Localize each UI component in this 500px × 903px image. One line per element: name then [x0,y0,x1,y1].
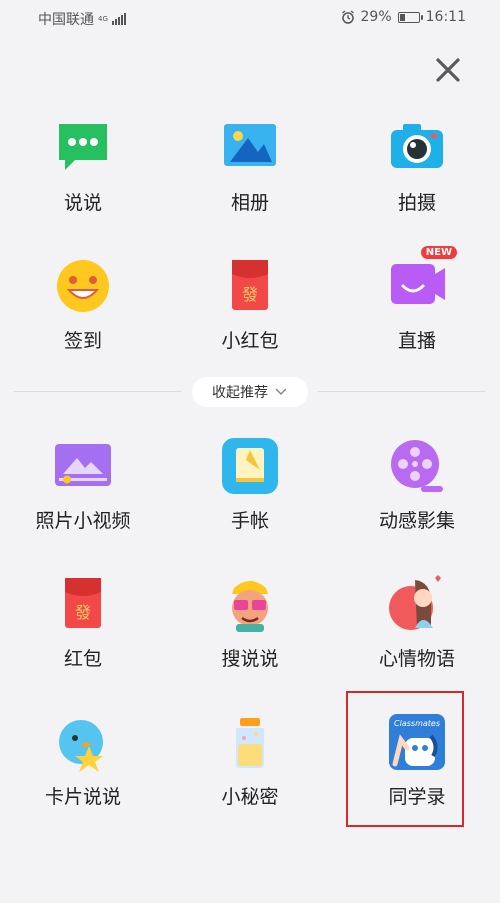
item-label: 小红包 [221,330,279,352]
collapse-recommend-button[interactable]: 收起推荐 [192,377,308,407]
item-label: 说说 [63,192,102,214]
item-little-secret[interactable]: 小秘密 [167,712,333,832]
camera-icon [387,118,447,178]
speech-bubble-icon [53,118,113,178]
live-broadcast-icon: NEW [387,246,457,316]
photo-video-icon [53,436,113,496]
notebook-icon [220,436,280,496]
film-reel-icon [387,436,447,496]
item-shuoshuo[interactable]: 说说 [0,118,166,238]
battery-percent: 29% [360,9,392,25]
item-label: 卡片说说 [44,786,121,808]
selected-highlight-box [346,691,464,827]
item-label: 搜说说 [221,648,279,670]
item-red-envelope[interactable]: 發 红包 [0,574,166,694]
item-label: 签到 [63,330,102,352]
collapse-label: 收起推荐 [212,385,268,401]
item-card-shuoshuo[interactable]: 卡片说说 [0,712,166,832]
item-notebook[interactable]: 手帐 [167,436,333,556]
red-envelope-icon: 發 [53,574,113,634]
close-button[interactable] [432,54,464,86]
signal-icon [111,13,126,25]
item-mood-words[interactable]: 心情物语 [334,574,500,694]
item-checkin[interactable]: 签到 [0,256,166,376]
item-label: 动感影集 [378,510,455,532]
item-label: 照片小视频 [35,510,131,532]
status-right: 29% 16:11 [341,9,466,25]
secret-jar-icon [220,712,280,772]
card-bird-icon [53,712,113,772]
clock: 16:11 [425,9,466,25]
item-label: 手帐 [230,510,269,532]
item-label: 拍摄 [397,192,436,214]
svg-text:發: 發 [242,285,258,304]
item-label: 心情物语 [378,648,455,670]
alarm-icon [341,10,354,24]
chevron-down-icon [275,388,287,396]
item-live[interactable]: NEW 直播 [334,246,500,376]
mood-girl-icon [387,574,447,634]
item-label: 小秘密 [221,786,279,808]
divider-right [318,391,486,392]
item-dynamic-album[interactable]: 动感影集 [334,436,500,556]
status-bar: 中国联通 4G 29% 16:11 [0,0,500,34]
item-small-red-packet[interactable]: 發 小红包 [167,256,333,376]
item-album[interactable]: 相册 [167,118,333,238]
status-left: 中国联通 4G [38,9,126,29]
new-badge: NEW [420,246,457,259]
network-type: 4G [98,15,108,23]
divider-left [14,391,182,392]
red-packet-icon: 發 [220,256,280,316]
svg-text:發: 發 [75,603,91,622]
item-label: 红包 [63,648,102,670]
smiley-checkin-icon [53,256,113,316]
carrier-name: 中国联通 [38,12,94,28]
item-camera[interactable]: 拍摄 [334,118,500,238]
item-photo-video[interactable]: 照片小视频 [0,436,166,556]
item-search-shuoshuo[interactable]: 搜说说 [167,574,333,694]
close-icon [436,58,460,82]
item-label: 相册 [230,192,269,214]
battery-icon [397,11,423,23]
item-label: 直播 [397,330,436,352]
photo-album-icon [220,118,280,178]
search-character-icon [220,574,280,634]
